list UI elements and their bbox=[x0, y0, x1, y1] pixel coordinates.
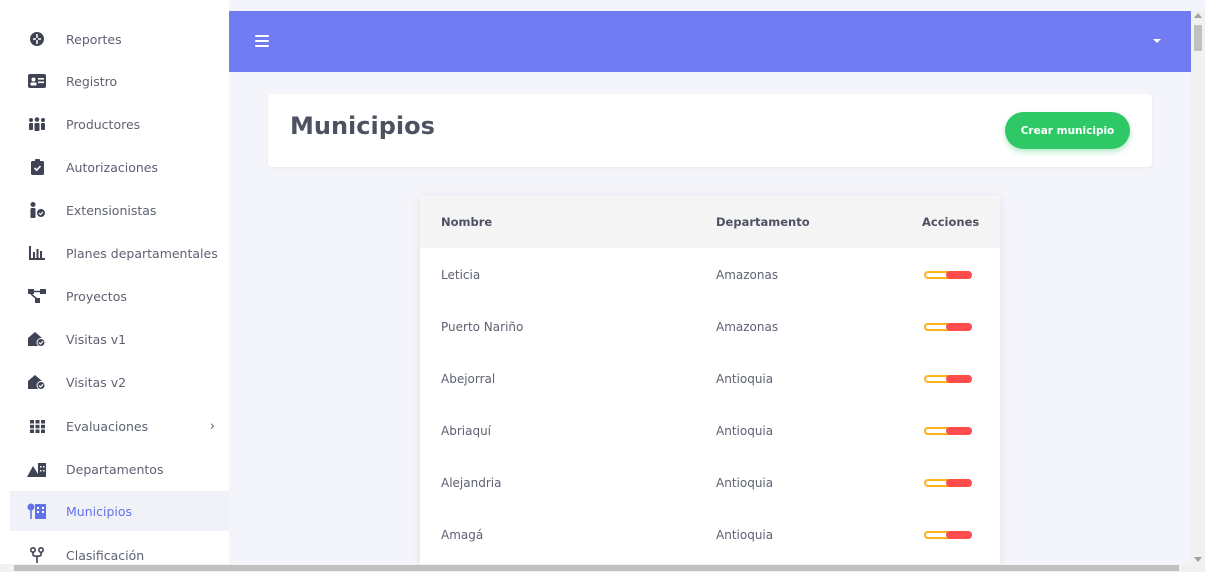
user-dropdown-caret-icon[interactable] bbox=[1153, 39, 1161, 43]
sidebar-item-clasificacion[interactable]: Clasificación bbox=[10, 535, 229, 564]
sidebar-item-label: Reportes bbox=[66, 31, 122, 47]
sidebar-item-visitas-v1[interactable]: Visitas v1 bbox=[10, 319, 229, 359]
table-row: Abejorral Antioquia bbox=[420, 352, 1000, 404]
app-root: Reportes Registro Productores Autorizaci… bbox=[0, 0, 1205, 572]
sidebar-item-extensionistas[interactable]: Extensionistas bbox=[10, 190, 229, 230]
cell-departamento: Amazonas bbox=[716, 268, 779, 282]
vertical-scrollbar[interactable] bbox=[1191, 11, 1205, 564]
chevron-right-icon: › bbox=[209, 418, 215, 434]
cell-departamento: Antioquia bbox=[716, 372, 774, 386]
status-toggle[interactable] bbox=[924, 427, 972, 435]
grid-icon bbox=[26, 419, 48, 433]
city-tree-icon bbox=[26, 503, 48, 519]
page-header-card: Municipios Crear municipio bbox=[268, 94, 1152, 167]
house-check-icon bbox=[26, 331, 48, 347]
sidebar-item-label: Municipios bbox=[66, 503, 133, 519]
sidebar-item-evaluaciones[interactable]: Evaluaciones › bbox=[10, 406, 229, 446]
sidebar-item-label: Evaluaciones bbox=[66, 418, 149, 434]
cell-nombre: Alejandria bbox=[441, 476, 502, 490]
sidebar-item-productores[interactable]: Productores bbox=[10, 104, 229, 144]
sidebar-item-label: Departamentos bbox=[66, 461, 164, 477]
cell-departamento: Antioquia bbox=[716, 424, 774, 438]
sidebar-item-label: Extensionistas bbox=[66, 202, 157, 218]
cell-departamento: Antioquia bbox=[716, 528, 774, 542]
clipboard-check-icon bbox=[26, 159, 48, 175]
cell-nombre: Leticia bbox=[441, 268, 481, 282]
toggle-knob bbox=[946, 531, 972, 539]
project-diagram-icon bbox=[26, 289, 48, 303]
table-header: Nombre Departamento Acciones bbox=[420, 196, 1000, 248]
table-row: Alejandria Antioquia bbox=[420, 456, 1000, 508]
sidebar-item-label: Proyectos bbox=[66, 288, 127, 304]
sidebar-item-label: Visitas v2 bbox=[66, 374, 127, 390]
sidebar-item-label: Visitas v1 bbox=[66, 331, 127, 347]
mountain-city-icon bbox=[26, 461, 48, 477]
sidebar-item-planes-departamentales[interactable]: Planes departamentales bbox=[10, 233, 229, 273]
topbar bbox=[229, 11, 1191, 72]
create-municipio-button[interactable]: Crear municipio bbox=[1005, 112, 1130, 149]
column-header-nombre[interactable]: Nombre bbox=[441, 215, 492, 229]
cell-nombre: Abriaquí bbox=[441, 424, 492, 438]
toggle-knob bbox=[946, 427, 972, 435]
horizontal-scrollbar[interactable] bbox=[0, 564, 1205, 572]
sidebar-item-label: Planes departamentales bbox=[66, 245, 218, 261]
toggle-knob bbox=[946, 271, 972, 279]
cell-nombre: Puerto Nariño bbox=[441, 320, 524, 334]
column-header-departamento[interactable]: Departamento bbox=[716, 215, 810, 229]
sidebar-item-municipios[interactable]: Municipios bbox=[10, 491, 229, 531]
sidebar-item-proyectos[interactable]: Proyectos bbox=[10, 276, 229, 316]
hamburger-menu-icon[interactable] bbox=[255, 35, 269, 47]
column-header-acciones: Acciones bbox=[922, 215, 980, 229]
bar-chart-icon bbox=[26, 246, 48, 260]
user-check-icon bbox=[26, 202, 48, 218]
status-toggle[interactable] bbox=[924, 479, 972, 487]
sidebar-item-registro[interactable]: Registro bbox=[10, 61, 229, 101]
table-row: Puerto Nariño Amazonas bbox=[420, 300, 1000, 352]
scrollbar-thumb[interactable] bbox=[14, 565, 1179, 571]
sidebar-item-autorizaciones[interactable]: Autorizaciones bbox=[10, 147, 229, 187]
toggle-knob bbox=[946, 375, 972, 383]
scrollbar-thumb[interactable] bbox=[1194, 25, 1202, 51]
house-check-icon bbox=[26, 374, 48, 390]
id-card-icon bbox=[26, 74, 48, 88]
sidebar: Reportes Registro Productores Autorizaci… bbox=[0, 0, 229, 564]
sidebar-item-label: Clasificación bbox=[66, 547, 145, 563]
status-toggle[interactable] bbox=[924, 375, 972, 383]
page-title: Municipios bbox=[290, 112, 435, 140]
status-toggle[interactable] bbox=[924, 323, 972, 331]
scroll-down-arrow-icon[interactable] bbox=[1194, 557, 1202, 562]
table-row: Leticia Amazonas bbox=[420, 248, 1000, 300]
sidebar-item-visitas-v2[interactable]: Visitas v2 bbox=[10, 362, 229, 402]
users-icon bbox=[26, 117, 48, 131]
status-toggle[interactable] bbox=[924, 531, 972, 539]
cell-nombre: Amagá bbox=[441, 528, 484, 542]
cell-departamento: Antioquia bbox=[716, 476, 774, 490]
municipios-table: Nombre Departamento Acciones Leticia Ama… bbox=[420, 196, 1000, 564]
cell-nombre: Abejorral bbox=[441, 372, 496, 386]
scroll-up-arrow-icon[interactable] bbox=[1194, 13, 1202, 18]
sidebar-item-label: Productores bbox=[66, 116, 141, 132]
dashboard-icon bbox=[26, 31, 48, 47]
status-toggle[interactable] bbox=[924, 271, 972, 279]
branch-icon bbox=[26, 547, 48, 563]
sidebar-item-departamentos[interactable]: Departamentos bbox=[10, 449, 229, 489]
sidebar-item-reportes[interactable]: Reportes bbox=[10, 19, 229, 59]
table-row: Abriaquí Antioquia bbox=[420, 404, 1000, 456]
cell-departamento: Amazonas bbox=[716, 320, 779, 334]
sidebar-item-label: Registro bbox=[66, 73, 118, 89]
toggle-knob bbox=[946, 479, 972, 487]
table-row: Amagá Antioquia bbox=[420, 508, 1000, 560]
toggle-knob bbox=[946, 323, 972, 331]
sidebar-item-label: Autorizaciones bbox=[66, 159, 158, 175]
